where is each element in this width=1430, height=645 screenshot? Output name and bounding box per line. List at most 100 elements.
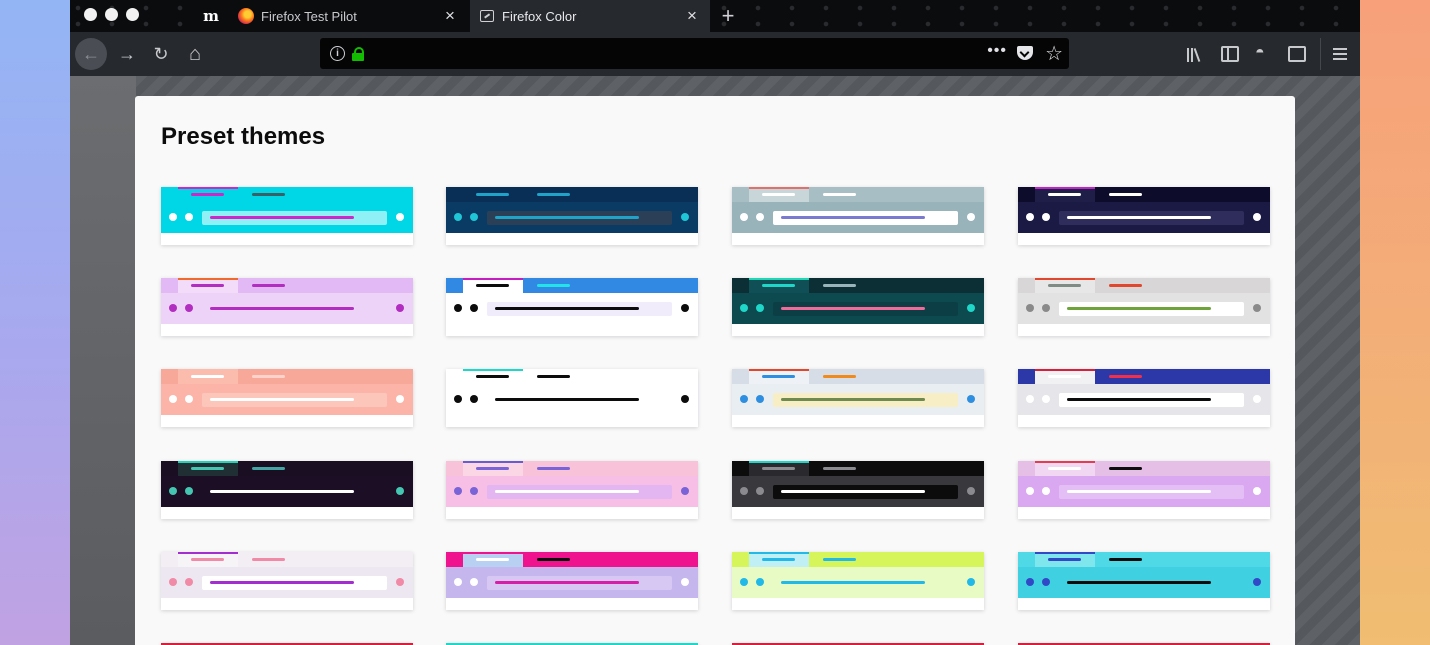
theme-active-tab <box>178 187 238 202</box>
firefox-color-toolbar-icon[interactable] <box>1288 46 1306 62</box>
reload-button[interactable]: ↻ <box>146 39 176 69</box>
library-icon[interactable] <box>1186 46 1204 62</box>
theme-active-tab <box>1035 552 1095 567</box>
theme-preview-1[interactable] <box>161 187 413 245</box>
theme-toolbar <box>732 567 984 598</box>
theme-tab-bar <box>446 187 698 202</box>
theme-inactive-tab <box>524 552 584 567</box>
theme-inactive-tab <box>810 187 870 202</box>
theme-toolbar <box>446 293 698 324</box>
close-window-button[interactable] <box>84 8 97 21</box>
theme-preview-7[interactable] <box>732 278 984 336</box>
theme-preview-20[interactable] <box>1018 552 1270 610</box>
url-bar[interactable]: i ••• ☆ <box>320 38 1069 69</box>
theme-inactive-tab <box>524 278 584 293</box>
sidebar-icon[interactable] <box>1221 46 1239 62</box>
theme-active-tab <box>178 278 238 293</box>
theme-url-bar <box>487 211 672 225</box>
theme-toolbar <box>161 384 413 415</box>
tab-strip: m Firefox Test Pilot × Firefox Color × + <box>70 0 1360 32</box>
theme-inactive-tab <box>810 552 870 567</box>
menu-icon[interactable] <box>1332 46 1350 62</box>
theme-toolbar <box>161 476 413 507</box>
theme-tab-bar <box>446 552 698 567</box>
test-pilot-icon[interactable]: ◓ <box>1255 44 1273 61</box>
theme-toolbar <box>161 202 413 233</box>
theme-tab-bar <box>1018 187 1270 202</box>
theme-preview-12[interactable] <box>1018 369 1270 427</box>
theme-url-bar <box>773 576 958 590</box>
tab-title: Firefox Test Pilot <box>261 8 357 24</box>
theme-preview-18[interactable] <box>446 552 698 610</box>
page-content: Preset themes <box>70 76 1360 645</box>
tab-firefox-test-pilot[interactable]: Firefox Test Pilot × <box>238 0 468 32</box>
site-info-icon[interactable]: i <box>330 46 345 61</box>
theme-active-tab <box>749 461 809 476</box>
theme-url-bar <box>487 485 672 499</box>
theme-active-tab <box>1035 461 1095 476</box>
theme-preview-9[interactable] <box>161 369 413 427</box>
theme-preview-8[interactable] <box>1018 278 1270 336</box>
theme-tab-bar <box>1018 461 1270 476</box>
forward-button[interactable]: → <box>112 39 142 69</box>
theme-preview-17[interactable] <box>161 552 413 610</box>
theme-inactive-tab <box>1096 187 1156 202</box>
theme-toolbar <box>1018 567 1270 598</box>
theme-active-tab <box>749 187 809 202</box>
theme-tab-bar <box>1018 369 1270 384</box>
theme-preview-11[interactable] <box>732 369 984 427</box>
theme-preview-3[interactable] <box>732 187 984 245</box>
theme-inactive-tab <box>810 278 870 293</box>
theme-url-bar <box>202 393 387 407</box>
back-button[interactable]: ← <box>75 38 107 70</box>
theme-inactive-tab <box>524 461 584 476</box>
theme-active-tab <box>1035 369 1095 384</box>
theme-preview-13[interactable] <box>161 461 413 519</box>
theme-inactive-tab <box>524 369 584 384</box>
bookmark-star-icon[interactable]: ☆ <box>1045 41 1063 66</box>
pocket-icon[interactable] <box>1017 46 1033 60</box>
theme-preview-10[interactable] <box>446 369 698 427</box>
close-tab-icon[interactable]: × <box>682 6 702 26</box>
theme-toolbar <box>1018 202 1270 233</box>
theme-preview-15[interactable] <box>732 461 984 519</box>
theme-inactive-tab <box>239 278 299 293</box>
theme-tab-bar <box>161 187 413 202</box>
theme-url-bar <box>773 302 958 316</box>
page-actions-menu-icon[interactable]: ••• <box>987 42 1007 60</box>
theme-active-tab <box>749 369 809 384</box>
theme-active-tab <box>178 369 238 384</box>
theme-inactive-tab <box>1096 461 1156 476</box>
lock-icon[interactable] <box>352 47 364 61</box>
theme-active-tab <box>178 552 238 567</box>
theme-preview-2[interactable] <box>446 187 698 245</box>
theme-url-bar <box>487 576 672 590</box>
browser-window: m Firefox Test Pilot × Firefox Color × +… <box>70 0 1360 645</box>
theme-toolbar <box>732 476 984 507</box>
theme-url-bar <box>487 393 672 407</box>
theme-toolbar <box>446 476 698 507</box>
theme-tab-bar <box>1018 278 1270 293</box>
theme-toolbar <box>161 567 413 598</box>
theme-preview-4[interactable] <box>1018 187 1270 245</box>
minimize-window-button[interactable] <box>105 8 118 21</box>
theme-tab-bar <box>446 278 698 293</box>
tab-medium[interactable]: m <box>183 0 239 32</box>
desktop-background-right <box>1360 0 1430 645</box>
theme-url-bar <box>773 485 958 499</box>
new-tab-button[interactable]: + <box>714 2 742 30</box>
theme-inactive-tab <box>1096 552 1156 567</box>
theme-preview-6[interactable] <box>446 278 698 336</box>
tab-firefox-color[interactable]: Firefox Color × <box>470 0 710 32</box>
zoom-window-button[interactable] <box>126 8 139 21</box>
close-tab-icon[interactable]: × <box>440 6 460 26</box>
home-button[interactable]: ⌂ <box>180 39 210 69</box>
theme-preview-16[interactable] <box>1018 461 1270 519</box>
theme-url-bar <box>202 211 387 225</box>
theme-toolbar <box>446 202 698 233</box>
theme-inactive-tab <box>239 461 299 476</box>
theme-preview-19[interactable] <box>732 552 984 610</box>
theme-preview-14[interactable] <box>446 461 698 519</box>
theme-preview-5[interactable] <box>161 278 413 336</box>
theme-url-bar <box>773 211 958 225</box>
